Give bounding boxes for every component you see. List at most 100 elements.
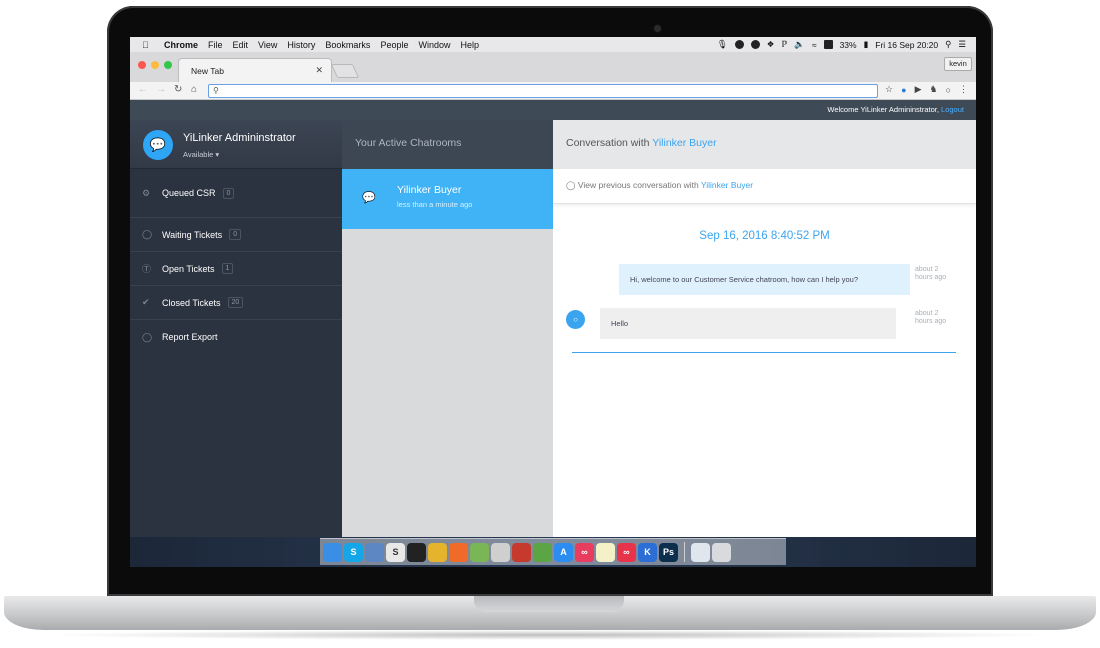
minimize-window-button[interactable] <box>151 61 159 69</box>
battery-percent[interactable]: 33% <box>840 40 857 50</box>
close-window-button[interactable] <box>138 61 146 69</box>
mac-menubar:  Chrome File Edit View History Bookmark… <box>130 37 976 52</box>
ooo-icon[interactable]: ∞ <box>617 542 636 562</box>
menu-chrome[interactable]: Chrome <box>164 40 198 50</box>
menu-edit[interactable]: Edit <box>233 40 249 50</box>
message-outgoing: Hi, welcome to our Customer Service chat… <box>619 264 910 295</box>
status-dropdown[interactable]: Available ▾ <box>183 150 219 159</box>
toolbar-extensions: ☆ ● ▶ ♞ ○ ⋮ <box>885 84 968 95</box>
menu-view[interactable]: View <box>258 40 277 50</box>
volume-icon[interactable]: 🔈 <box>794 39 805 50</box>
chat-icon: 💬 <box>149 137 167 152</box>
dropbox-icon[interactable]: ❖ <box>767 39 775 50</box>
chrome-menu-icon[interactable]: ⋮ <box>959 84 968 95</box>
battery-icon[interactable]: ▮ <box>864 39 869 50</box>
profile-button[interactable]: kevin <box>944 57 972 71</box>
home-icon[interactable]: ⌂ <box>191 84 197 95</box>
menu-history[interactable]: History <box>287 40 315 50</box>
sidebar-item-label: Closed Tickets <box>162 297 221 308</box>
terminal-icon[interactable] <box>407 542 426 562</box>
conversation-name[interactable]: Yilinker Buyer <box>652 137 716 149</box>
previous-conversation-row[interactable]: ◯ View previous conversation with Yilink… <box>553 169 976 204</box>
reload-icon[interactable]: ↻ <box>174 84 182 95</box>
forward-icon[interactable]: → <box>156 84 166 95</box>
sidebar-item-waiting-tickets[interactable]: ◯ Waiting Tickets 0 <box>130 218 342 252</box>
menu-help[interactable]: Help <box>460 40 479 50</box>
extension-circle-icon[interactable]: ○ <box>946 85 951 95</box>
logout-link[interactable]: Logout <box>941 105 964 114</box>
extension-globe-icon[interactable]: ● <box>901 85 906 95</box>
appstore-icon[interactable]: A <box>554 542 573 562</box>
apple-icon[interactable]:  <box>142 40 154 50</box>
back-icon[interactable]: ← <box>138 84 148 95</box>
notification-center-icon[interactable]: ☰ <box>958 39 966 50</box>
preview-icon[interactable] <box>365 542 384 562</box>
profile-name: YiLinker Admininstrator <box>183 132 296 144</box>
check-icon: ✔ <box>142 297 150 307</box>
speech-bubble-icon[interactable] <box>734 40 744 49</box>
menu-file[interactable]: File <box>208 40 223 50</box>
chatroom-name: Yilinker Buyer <box>397 184 462 196</box>
message-incoming: Hello <box>600 308 896 339</box>
chat-icon: ◯ <box>142 331 153 342</box>
app-topbar: Welcome YiLinker Admininstrator, Logout <box>130 100 976 120</box>
conversation-prefix: Conversation with <box>566 137 650 149</box>
screen:  Chrome File Edit View History Bookmark… <box>130 37 976 567</box>
close-tab-icon[interactable]: ✕ <box>315 65 323 76</box>
tab-title: New Tab <box>191 66 224 76</box>
wifi-icon[interactable]: ≈ <box>812 40 817 50</box>
message-time: about 2 hours ago <box>915 310 955 326</box>
sequel-icon[interactable] <box>491 542 510 562</box>
sidebar-item-closed-tickets[interactable]: ✔ Closed Tickets 20 <box>130 286 342 320</box>
avatar[interactable]: 💬 <box>143 130 173 160</box>
zoom-window-button[interactable] <box>164 61 172 69</box>
spotlight-icon[interactable]: ⚲ <box>945 39 951 50</box>
folder-icon[interactable] <box>691 542 710 562</box>
sidebar-item-label: Open Tickets <box>162 263 215 274</box>
clock[interactable]: Fri 16 Sep 20:20 <box>875 40 938 50</box>
tea-icon[interactable] <box>750 40 760 49</box>
menu-people[interactable]: People <box>380 40 408 50</box>
rocket-icon[interactable] <box>533 542 552 562</box>
chatrooms-panel: Your Active Chatrooms 💬 Yilinker Buyer l… <box>342 120 553 537</box>
trash-icon[interactable] <box>712 542 731 562</box>
ki-icon[interactable]: K <box>638 542 657 562</box>
time-line: about 2 <box>915 310 939 317</box>
new-tab-button[interactable] <box>330 64 360 78</box>
count-badge: 0 <box>222 187 235 199</box>
laptop-notch <box>474 596 624 612</box>
chatroom-item[interactable]: 💬 Yilinker Buyer less than a minute ago <box>342 169 553 229</box>
photoshop-icon[interactable]: Ps <box>659 542 678 562</box>
input-source-icon[interactable] <box>823 40 833 49</box>
chat-icon: ◯ <box>142 229 153 239</box>
skype-icon[interactable]: S <box>344 542 363 562</box>
omnibox[interactable]: ⚲ <box>208 84 878 98</box>
extension-cast-icon[interactable]: ▶ <box>915 84 922 95</box>
bookmark-star-icon[interactable]: ☆ <box>885 84 893 95</box>
notes-icon[interactable] <box>596 542 615 562</box>
laptop-shadow <box>40 630 1060 640</box>
message-input[interactable] <box>572 352 956 353</box>
flickr-icon[interactable]: ∞ <box>575 542 594 562</box>
search-icon: ⚲ <box>213 86 219 95</box>
android-icon[interactable] <box>470 542 489 562</box>
bluetooth-icon[interactable]: ℙ <box>781 39 787 50</box>
sublime-icon[interactable]: S <box>386 542 405 562</box>
menu-window[interactable]: Window <box>418 40 450 50</box>
tab-new-tab[interactable]: New Tab ✕ <box>178 58 332 82</box>
finder-icon[interactable] <box>323 542 342 562</box>
sidebar-item-queued-csr[interactable]: ⚙ Queued CSR 0 <box>130 169 342 218</box>
chat-icon: ◯ <box>566 180 576 190</box>
chrome-icon[interactable] <box>428 542 447 562</box>
previous-name-link[interactable]: Yilinker Buyer <box>701 180 753 190</box>
extension-user-icon[interactable]: ♞ <box>929 84 937 95</box>
sidebar-item-report-export[interactable]: ◯ Report Export <box>130 320 342 354</box>
profile-box: 💬 YiLinker Admininstrator Available ▾ <box>130 120 342 169</box>
sidebar-item-label: Queued CSR <box>162 188 216 198</box>
microphone-icon[interactable]: 🎙 <box>717 39 728 50</box>
menu-bookmarks[interactable]: Bookmarks <box>325 40 370 50</box>
redis-icon[interactable] <box>512 542 531 562</box>
time-line: hours ago <box>915 274 947 281</box>
postman-icon[interactable] <box>449 542 468 562</box>
sidebar-item-open-tickets[interactable]: Ⓣ Open Tickets 1 <box>130 252 342 286</box>
